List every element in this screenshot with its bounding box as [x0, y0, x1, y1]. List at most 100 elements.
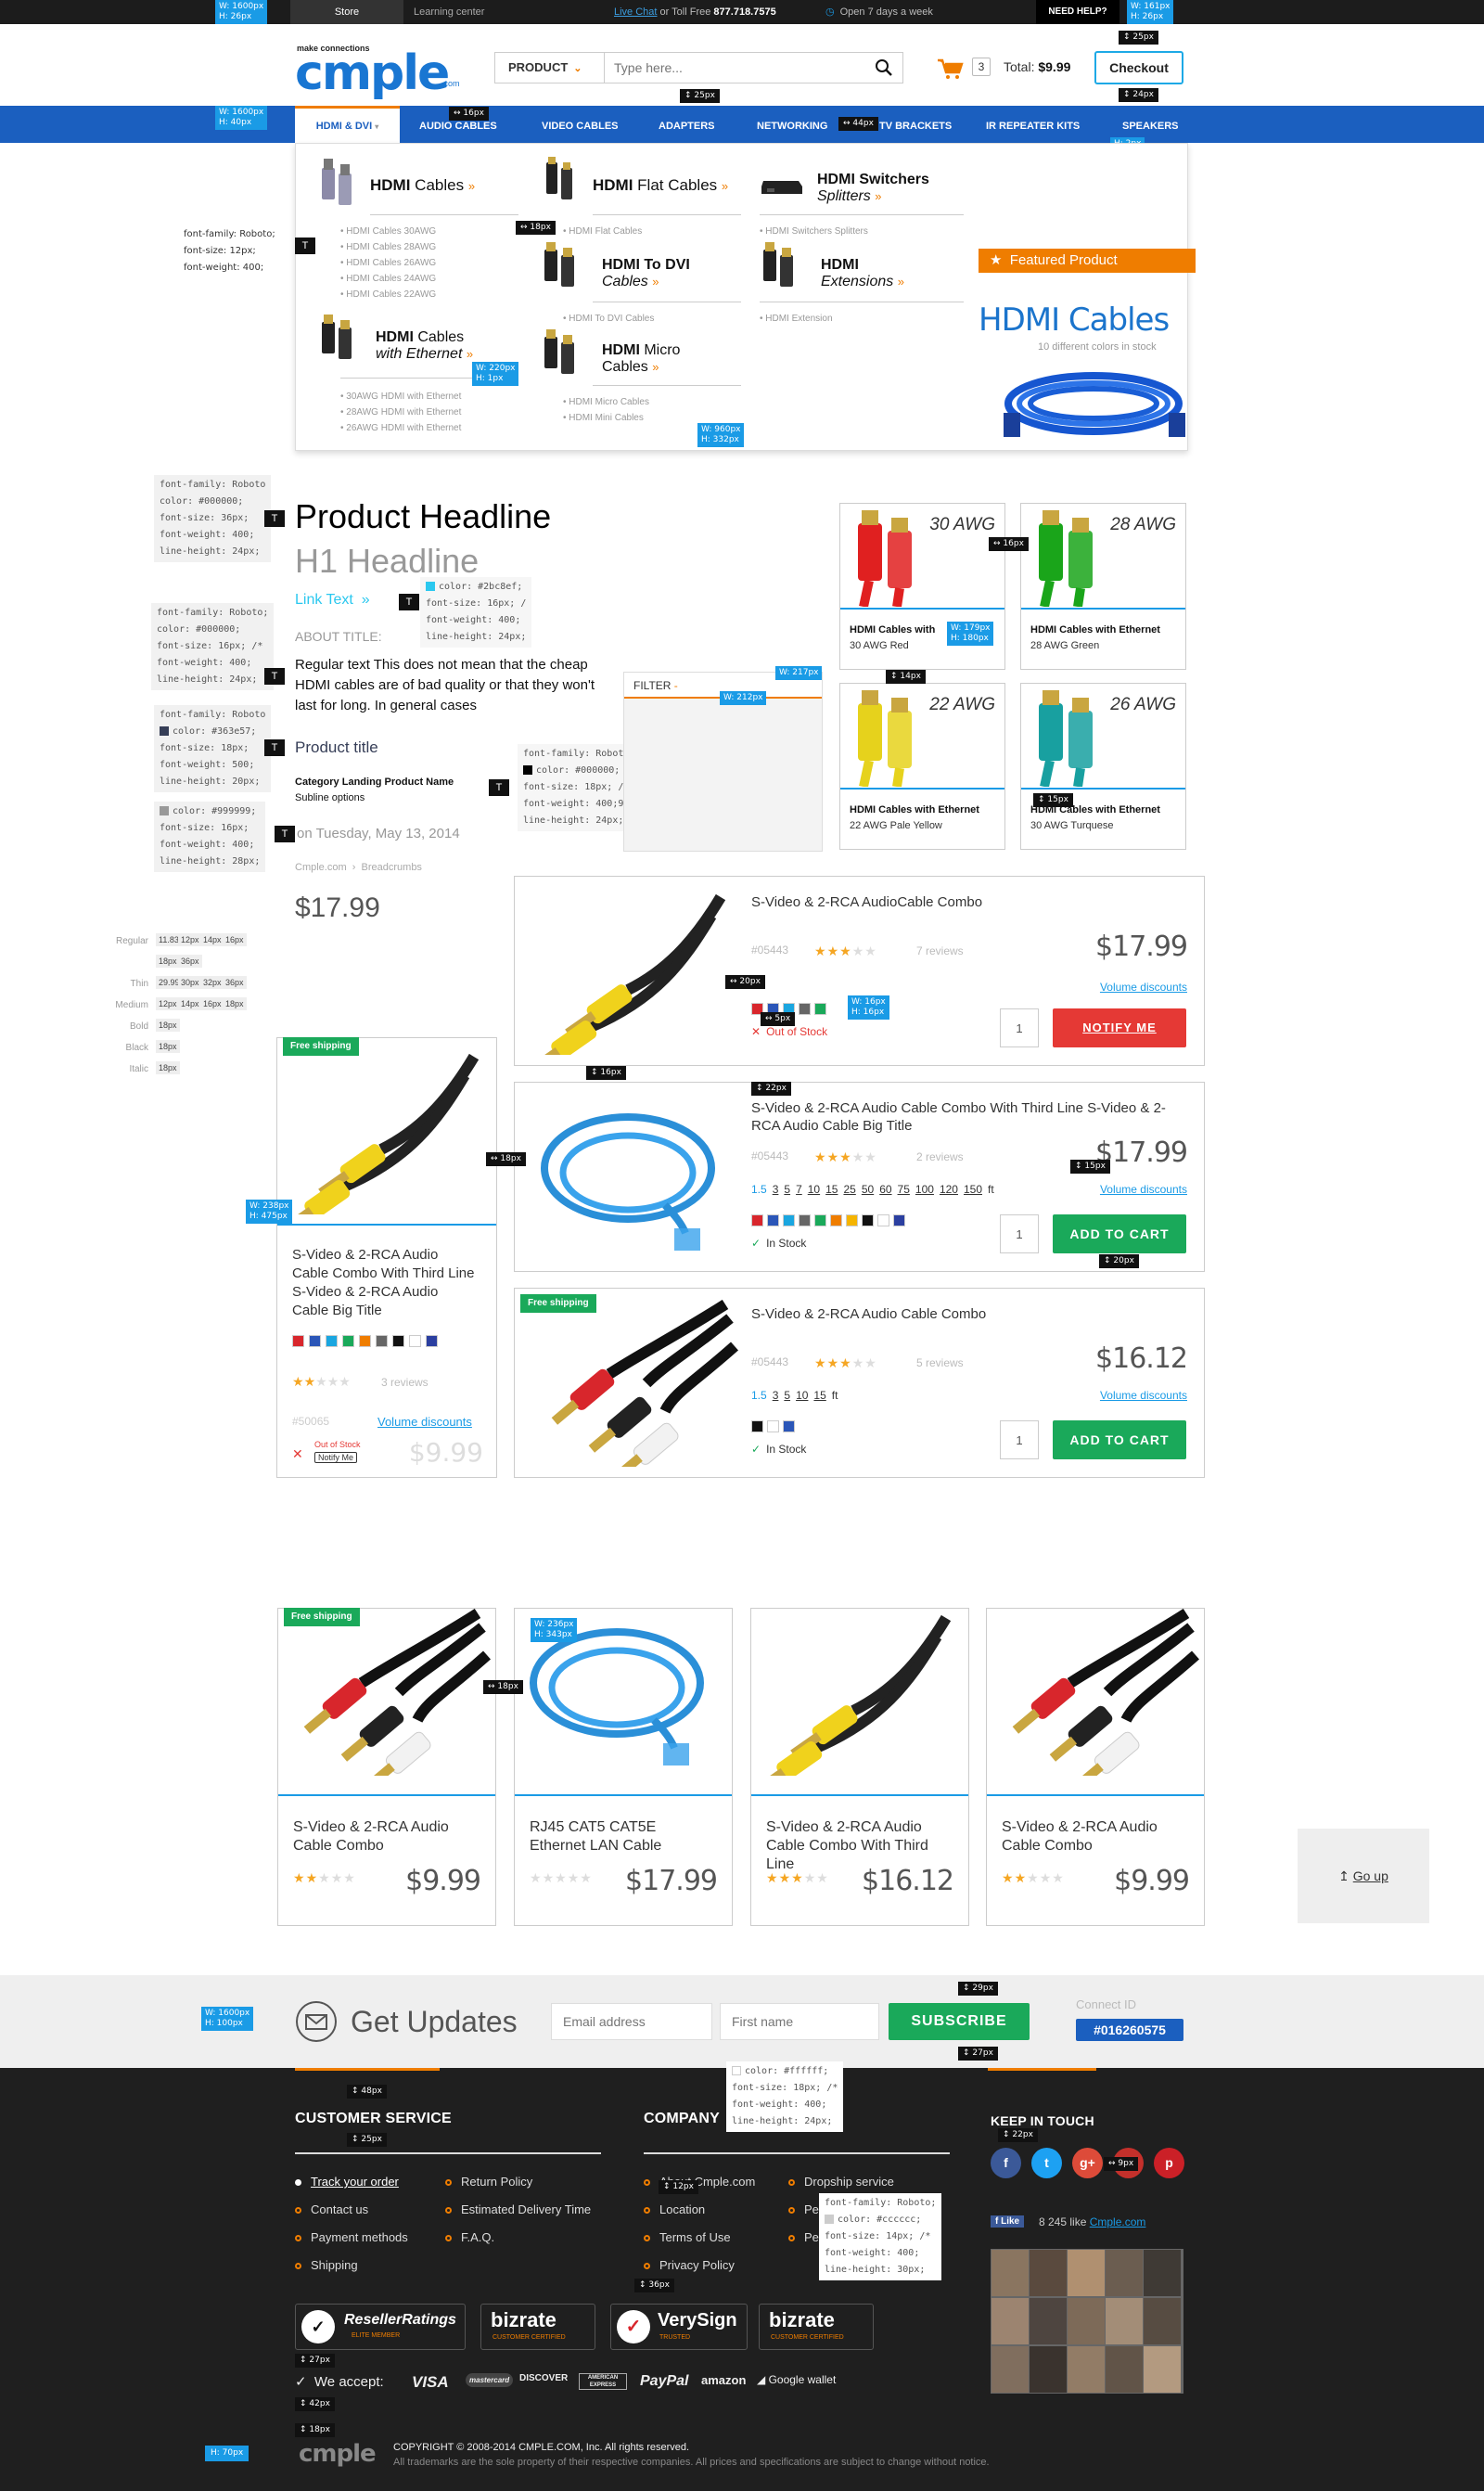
cart-summary[interactable]: 3 Total: $9.99: [937, 52, 1085, 83]
menu-title[interactable]: HDMI Flat Cables »: [593, 177, 728, 195]
color-swatch[interactable]: [767, 1420, 779, 1433]
add-to-cart-button[interactable]: ADD TO CART: [1053, 1420, 1186, 1459]
quantity-input[interactable]: 1: [1000, 1420, 1039, 1459]
length-option[interactable]: 15: [813, 1389, 825, 1402]
footer-link[interactable]: Track your order: [295, 2175, 399, 2189]
color-swatch[interactable]: [830, 1214, 842, 1227]
product-name[interactable]: S-Video & 2-RCA Audio Cable Combo With T…: [751, 1099, 1178, 1135]
notify-me-button[interactable]: NOTIFY ME: [1053, 1008, 1186, 1047]
resellerratings-badge[interactable]: ✓ ResellerRatings ELITE MEMBER: [295, 2304, 466, 2350]
color-swatch[interactable]: [846, 1214, 858, 1227]
checkout-button[interactable]: Checkout: [1094, 51, 1183, 84]
footer-link[interactable]: Pe: [788, 2230, 819, 2244]
length-option[interactable]: 5: [784, 1183, 790, 1196]
nav-item-video[interactable]: VIDEO CABLES: [542, 106, 619, 143]
first-name-field[interactable]: [720, 2003, 879, 2040]
volume-discounts-link[interactable]: Volume discounts: [1100, 1389, 1187, 1402]
search-icon[interactable]: [875, 58, 893, 77]
length-option[interactable]: 7: [796, 1183, 802, 1196]
avatar[interactable]: [991, 2250, 1029, 2296]
avatar[interactable]: [1144, 2346, 1181, 2393]
facebook-icon[interactable]: f: [991, 2148, 1021, 2178]
avatar[interactable]: [1068, 2298, 1105, 2344]
color-swatch[interactable]: [814, 1003, 826, 1016]
product-image[interactable]: [751, 1609, 968, 1794]
color-swatch[interactable]: [783, 1420, 795, 1433]
menu-link[interactable]: • HDMI Micro Cables: [563, 394, 649, 410]
product-image[interactable]: [526, 1299, 739, 1480]
length-option[interactable]: 5: [784, 1389, 790, 1402]
product-name[interactable]: S-Video & 2-RCA Audio Cable Combo: [293, 1818, 479, 1855]
footer-link[interactable]: F.A.Q.: [445, 2230, 494, 2244]
color-swatch[interactable]: [292, 1335, 304, 1348]
length-option[interactable]: 1.5: [751, 1389, 767, 1402]
nav-item-networking[interactable]: NETWORKING: [757, 106, 827, 143]
email-field[interactable]: [551, 2003, 712, 2040]
color-swatch[interactable]: [342, 1335, 354, 1348]
awg-tile[interactable]: 26 AWG HDMI Cables with Ethernet 30 AWG Tu…: [1020, 683, 1186, 850]
featured-hdmi-cable-image[interactable]: [996, 359, 1191, 443]
subscribe-button[interactable]: SUBSCRIBE: [889, 2003, 1030, 2040]
twitter-icon[interactable]: t: [1031, 2148, 1062, 2178]
color-swatch[interactable]: [309, 1335, 321, 1348]
product-image[interactable]: [278, 1608, 495, 1794]
product-name[interactable]: S-Video & 2-RCA Audio Cable Combo With T…: [292, 1246, 478, 1320]
nav-item-tv-brackets[interactable]: TV BRACKETS: [879, 106, 952, 143]
menu-title[interactable]: HDMI Extensions »: [821, 257, 904, 290]
color-swatch[interactable]: [326, 1335, 338, 1348]
menu-link[interactable]: • HDMI Cables 28AWG: [340, 239, 436, 255]
length-option[interactable]: 15: [825, 1183, 838, 1196]
volume-discounts-link[interactable]: Volume discounts: [1100, 1183, 1187, 1196]
menu-title[interactable]: HDMI Switchers Splitters »: [817, 172, 929, 205]
avatar[interactable]: [1030, 2346, 1067, 2393]
color-swatch[interactable]: [359, 1335, 371, 1348]
menu-link[interactable]: • HDMI To DVI Cables: [563, 311, 654, 327]
menu-title[interactable]: HDMI Cables with Ethernet »: [376, 329, 473, 363]
menu-link[interactable]: • HDMI Cables 22AWG: [340, 287, 436, 302]
volume-discounts-link[interactable]: Volume discounts: [377, 1415, 472, 1429]
color-swatch[interactable]: [799, 1003, 811, 1016]
menu-link[interactable]: • 26AWG HDMI with Ethernet: [340, 420, 461, 436]
product-image[interactable]: [987, 1608, 1204, 1794]
product-name[interactable]: S-Video & 2-RCA Audio Cable Combo: [1002, 1818, 1187, 1855]
color-swatch[interactable]: [426, 1335, 438, 1348]
quantity-input[interactable]: 1: [1000, 1214, 1039, 1253]
color-swatch[interactable]: [783, 1214, 795, 1227]
featured-product-title[interactable]: HDMI Cables: [979, 302, 1170, 339]
footer-link[interactable]: Location: [644, 2202, 705, 2216]
search-category-select[interactable]: PRODUCT ⌄: [495, 53, 605, 83]
footer-link[interactable]: Dropship service: [788, 2175, 894, 2189]
review-count[interactable]: 3 reviews: [381, 1376, 429, 1389]
length-option[interactable]: 60: [879, 1183, 891, 1196]
color-swatch[interactable]: [392, 1335, 404, 1348]
review-count[interactable]: 5 reviews: [916, 1356, 964, 1369]
color-swatch[interactable]: [409, 1335, 421, 1348]
menu-link[interactable]: • 28AWG HDMI with Ethernet: [340, 404, 461, 420]
color-swatch[interactable]: [751, 1214, 763, 1227]
avatar[interactable]: [1144, 2250, 1181, 2296]
length-option[interactable]: 3: [773, 1183, 779, 1196]
menu-link[interactable]: • HDMI Cables 24AWG: [340, 271, 436, 287]
footer-link[interactable]: Payment methods: [295, 2230, 408, 2244]
product-image[interactable]: [526, 1094, 739, 1261]
color-swatch[interactable]: [767, 1214, 779, 1227]
fb-like-button[interactable]: f Like: [991, 2215, 1025, 2228]
avatar[interactable]: [1030, 2298, 1067, 2344]
menu-title[interactable]: HDMI Micro Cables »: [602, 342, 680, 376]
nav-item-ir-repeater[interactable]: IR REPEATER KITS: [986, 106, 1080, 143]
length-option[interactable]: 10: [808, 1183, 820, 1196]
color-swatch[interactable]: [799, 1214, 811, 1227]
menu-title[interactable]: HDMI Cables »: [370, 177, 475, 195]
color-swatch[interactable]: [893, 1214, 905, 1227]
avatar[interactable]: [1030, 2250, 1067, 2296]
product-name[interactable]: S-Video & 2-RCA AudioCable Combo: [751, 893, 1178, 911]
avatar[interactable]: [1068, 2250, 1105, 2296]
avatar[interactable]: [1106, 2250, 1143, 2296]
quantity-input[interactable]: 1: [1000, 1008, 1039, 1047]
avatar[interactable]: [1068, 2346, 1105, 2393]
add-to-cart-button[interactable]: ADD TO CART: [1053, 1214, 1186, 1253]
length-option[interactable]: 150: [964, 1183, 982, 1196]
awg-tile[interactable]: 28 AWG HDMI Cables with Ethernet 28 AWG Gr…: [1020, 503, 1186, 670]
length-option[interactable]: 50: [862, 1183, 874, 1196]
menu-link[interactable]: • HDMI Mini Cables: [563, 410, 649, 426]
